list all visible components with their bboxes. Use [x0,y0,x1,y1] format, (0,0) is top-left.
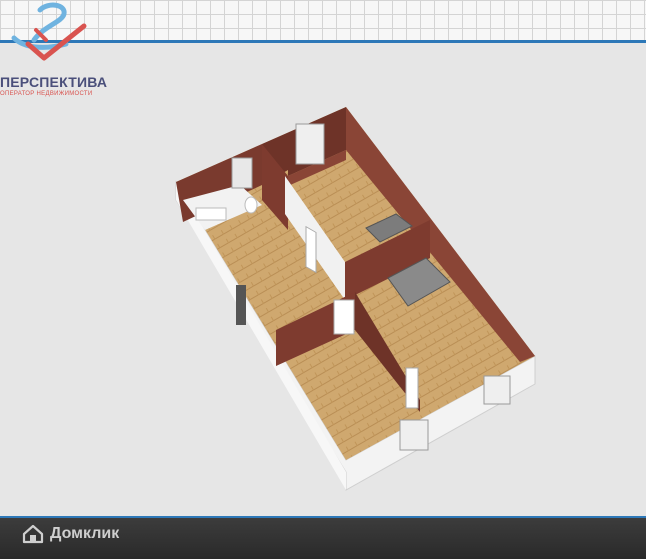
watermark-label: Домклик [50,525,120,542]
house-icon [22,524,44,544]
window-front [399,419,429,451]
bathroom-window [231,157,253,189]
floor-plan-3d [175,107,536,491]
door-2 [333,299,355,335]
door-3 [405,367,419,409]
window-bedroom [295,123,325,165]
window-left [236,285,246,325]
watermark: Домклик [22,524,119,544]
window-right [483,375,511,405]
door-1 [305,225,317,274]
bathtub [195,207,227,221]
toilet [244,196,258,214]
